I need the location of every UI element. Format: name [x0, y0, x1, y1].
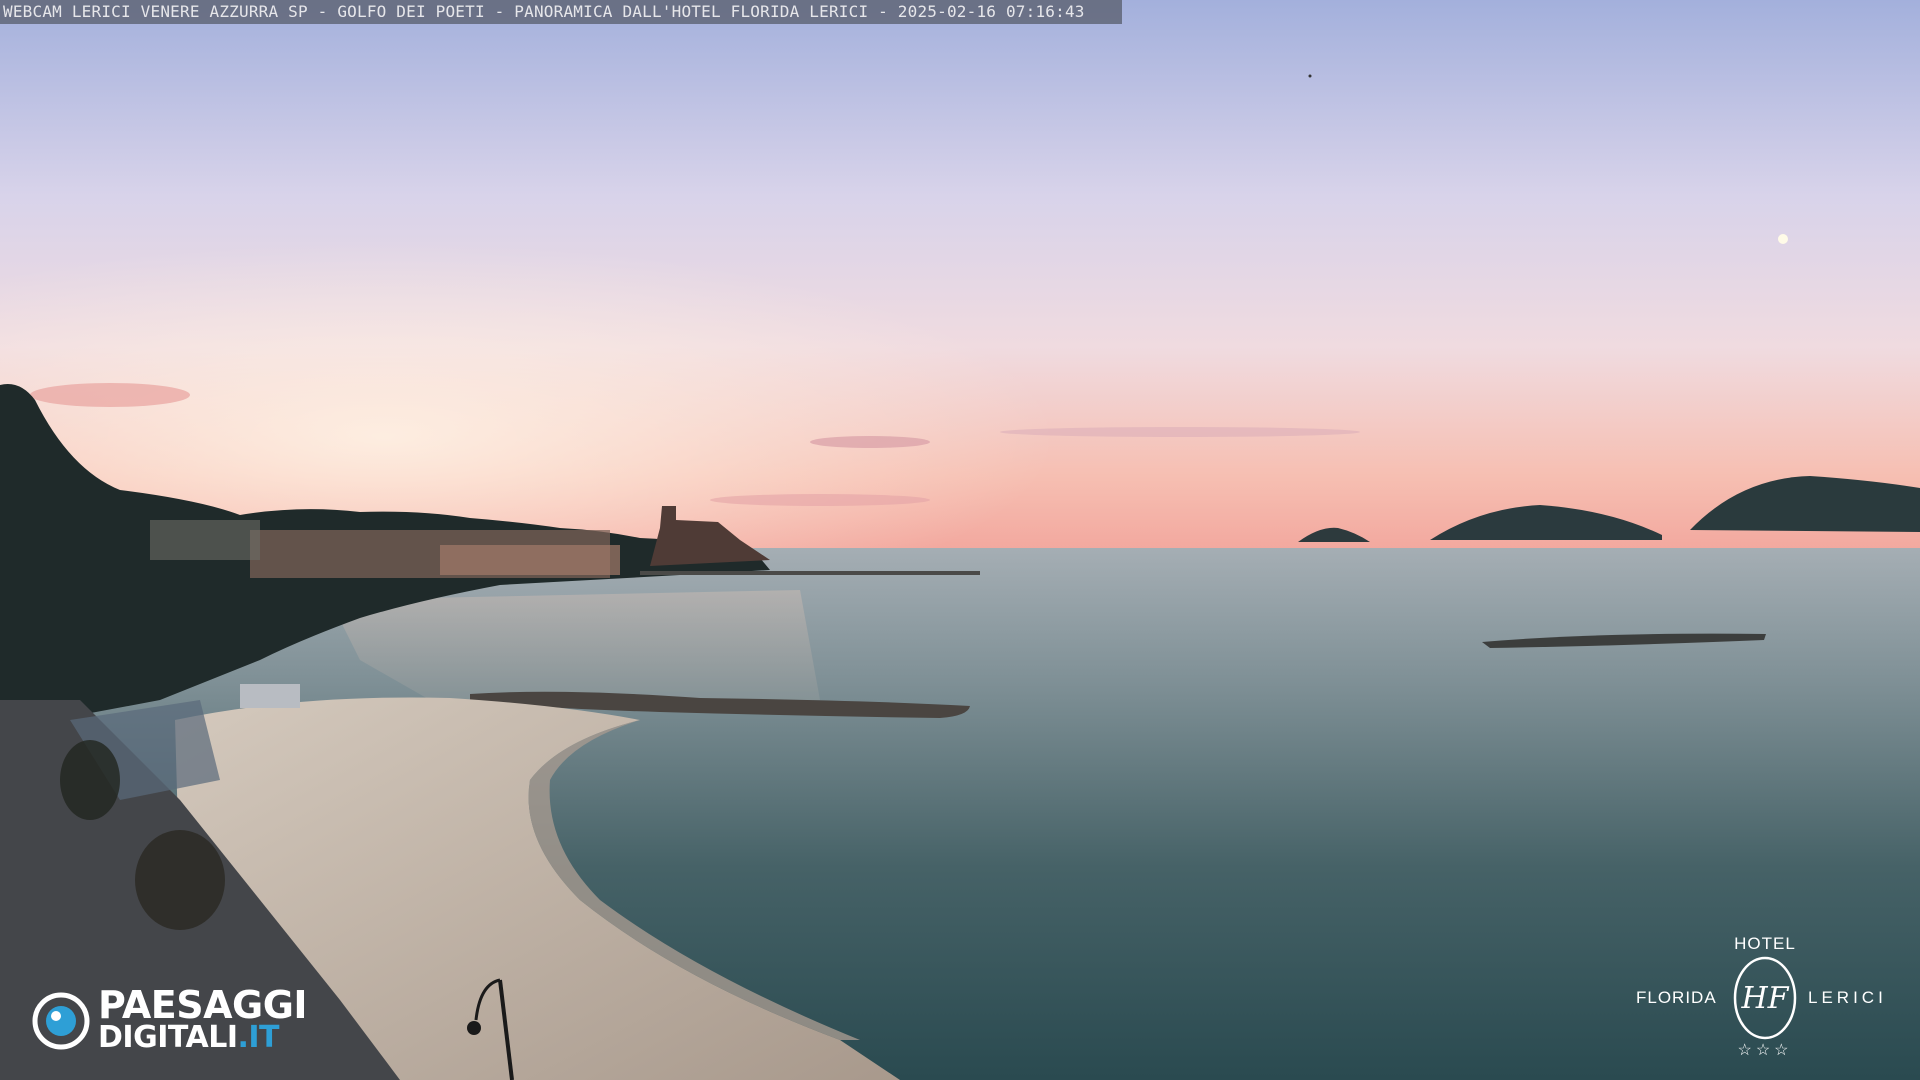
tree — [60, 740, 120, 820]
monogram-text: HF — [1741, 981, 1790, 1016]
hotel-name: FLORIDA — [1636, 988, 1717, 1007]
cloud — [1000, 427, 1360, 437]
beach-hut — [240, 684, 300, 708]
hotel-stars: ☆☆☆ — [1737, 1042, 1793, 1059]
paesaggi-digitali-logo: PAESAGGI DIGITALI.IT — [32, 986, 342, 1058]
bird — [1308, 74, 1312, 78]
harbour-pier — [640, 571, 980, 575]
town-buildings — [440, 545, 620, 575]
sun-glow — [0, 0, 1920, 560]
cloud — [710, 494, 930, 506]
moon — [1778, 234, 1788, 244]
logo-text-main: DIGITALI — [98, 1020, 238, 1055]
lamp — [467, 1021, 481, 1035]
town-buildings — [150, 520, 260, 560]
cloud — [30, 383, 190, 407]
logo-text-line2: DIGITALI.IT — [98, 1020, 280, 1055]
webcam-scene — [0, 0, 1920, 1080]
webcam-caption: WEBCAM LERICI VENERE AZZURRA SP - GOLFO … — [0, 0, 1122, 24]
logo-text-line1: PAESAGGI — [98, 983, 308, 1027]
eye-icon — [32, 992, 90, 1050]
hotel-town: LERICI — [1808, 988, 1887, 1007]
logo-text-tld: .IT — [237, 1020, 280, 1055]
bay-reflection — [330, 590, 820, 700]
monogram-emblem: HF — [1733, 956, 1797, 1040]
hotel-florida-logo: HOTEL FLORIDA HF LERICI ☆☆☆ — [1630, 934, 1900, 1064]
cloud — [810, 436, 930, 448]
tree — [135, 830, 225, 930]
hotel-label: HOTEL — [1734, 934, 1796, 953]
